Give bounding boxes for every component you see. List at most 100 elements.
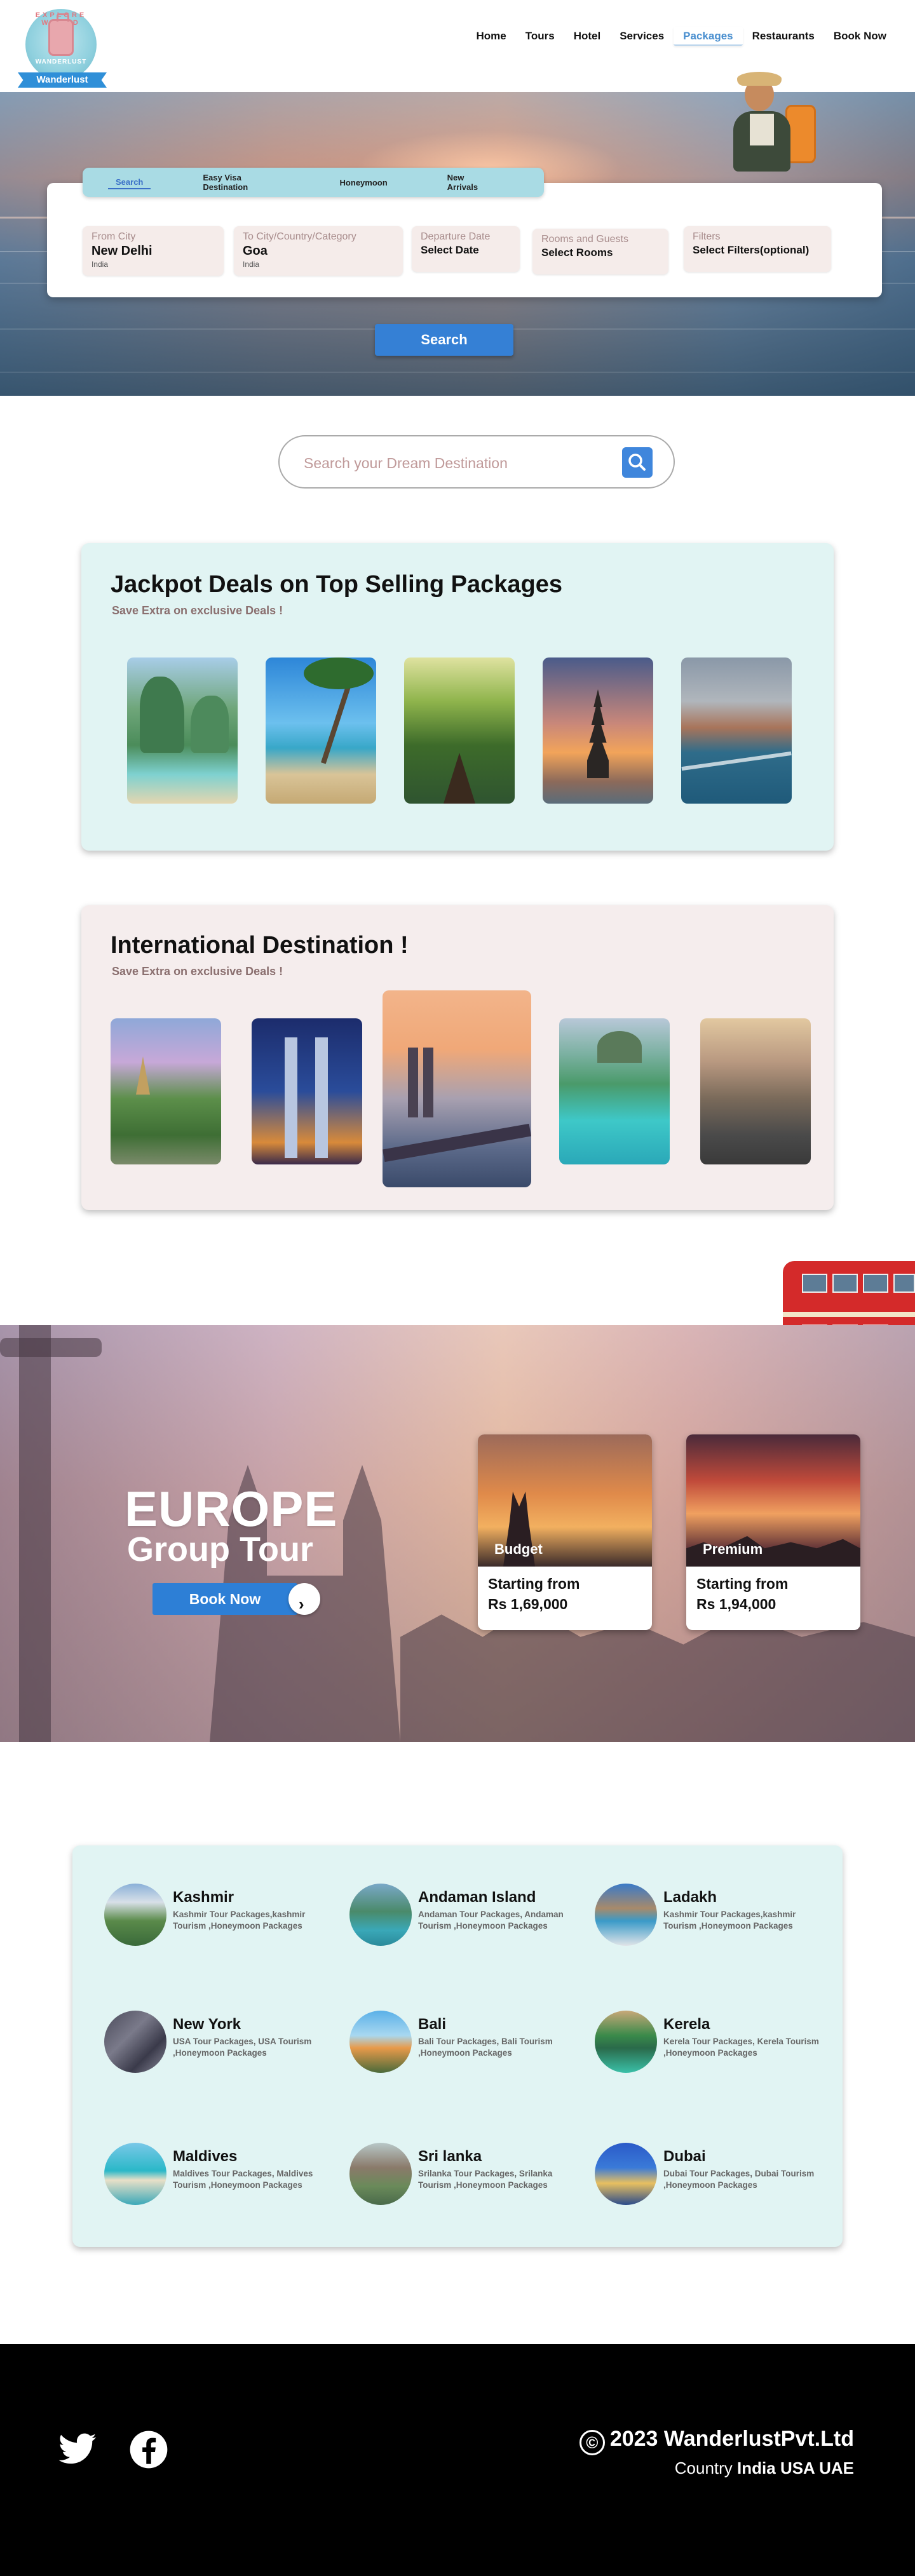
tab-easy-visa[interactable]: Easy Visa Destination <box>195 172 287 193</box>
tower-shape <box>285 1037 297 1158</box>
place-description: Andaman Tour Packages, Andaman Tourism ,… <box>418 1910 564 1931</box>
intl-card-mountain-pagoda[interactable] <box>111 1018 221 1164</box>
next-button[interactable]: › <box>288 1583 320 1615</box>
europe-subtitle: Group Tour <box>127 1530 313 1568</box>
section-title: Jackpot Deals on Top Selling Packages <box>111 571 562 598</box>
place-item-ladakh[interactable]: Ladakh Kashmir Tour Packages,kashmir Tou… <box>595 1884 836 1953</box>
chevron-right-icon: › <box>299 1595 304 1614</box>
facebook-icon <box>130 2431 168 2469</box>
tab-new-arrivals[interactable]: New Arrivals <box>440 172 499 193</box>
country-values: India USA UAE <box>737 2458 854 2478</box>
field-sub: India <box>92 260 109 269</box>
place-thumbnail <box>349 2011 412 2073</box>
tower-shape <box>315 1037 328 1158</box>
field-sub: India <box>243 260 260 269</box>
deal-card-river-boat[interactable] <box>404 657 515 804</box>
tour-card-premium[interactable]: Premium Starting from Rs 1,94,000 <box>686 1434 860 1630</box>
tour-price: Rs 1,69,000 <box>488 1596 568 1612</box>
place-name: New York <box>173 2016 241 2033</box>
twitter-link[interactable] <box>57 2429 98 2470</box>
bridge-shape <box>383 1123 531 1163</box>
intl-card-petronas-towers[interactable] <box>252 1018 362 1164</box>
nav-packages[interactable]: Packages <box>674 27 743 46</box>
search-button[interactable] <box>622 447 653 478</box>
lamp-head <box>0 1338 102 1357</box>
copyright-icon: © <box>579 2430 605 2455</box>
rooms-guests-field[interactable]: Rooms and Guests Select Rooms <box>532 229 668 274</box>
destination-search-bar <box>278 435 675 489</box>
place-item-maldives[interactable]: Maldives Maldives Tour Packages, Maldive… <box>104 2143 346 2213</box>
search-icon <box>628 454 646 471</box>
section-subtitle: Save Extra on exclusive Deals ! <box>112 604 283 617</box>
field-value: Select Date <box>421 244 479 256</box>
place-item-new-york[interactable]: New York USA Tour Packages, USA Tourism … <box>104 2011 346 2080</box>
to-city-field[interactable]: To City/Country/Category Goa India <box>234 226 403 276</box>
field-value: Select Filters(optional) <box>693 244 810 256</box>
deal-card-coastal-cliffs[interactable] <box>681 657 792 804</box>
intl-card-river-city[interactable] <box>700 1018 811 1164</box>
nav-home[interactable]: Home <box>467 27 516 46</box>
place-item-bali[interactable]: Bali Bali Tour Packages, Bali Tourism ,H… <box>349 2011 591 2080</box>
field-label: Rooms and Guests <box>541 234 628 245</box>
intl-card-tropical-island[interactable] <box>559 1018 670 1164</box>
nav-services[interactable]: Services <box>610 27 674 46</box>
deal-card-cliff-lagoon[interactable] <box>127 657 238 804</box>
country-list: Country India USA UAE <box>675 2458 854 2478</box>
place-item-kashmir[interactable]: Kashmir Kashmir Tour Packages,kashmir To… <box>104 1884 346 1953</box>
from-city-field[interactable]: From City New Delhi India <box>83 226 224 276</box>
place-item-dubai[interactable]: Dubai Dubai Tour Packages, Dubai Tourism… <box>595 2143 836 2213</box>
place-description: USA Tour Packages, USA Tourism ,Honeymoo… <box>173 2037 312 2058</box>
tour-price: Rs 1,94,000 <box>696 1596 776 1612</box>
hero-wave <box>0 372 915 373</box>
deal-card-palm-beach[interactable] <box>266 657 376 804</box>
nav-hotel[interactable]: Hotel <box>564 27 611 46</box>
place-item-sri-lanka[interactable]: Sri lanka Srilanka Tour Packages, Srilan… <box>349 2143 591 2213</box>
nav-tours[interactable]: Tours <box>516 27 564 46</box>
place-item-andaman-island[interactable]: Andaman Island Andaman Tour Packages, An… <box>349 1884 591 1953</box>
cathedral-spire <box>408 1048 418 1117</box>
starting-from-label: Starting from <box>696 1575 789 1592</box>
place-name: Andaman Island <box>418 1889 536 1906</box>
hat-icon <box>737 72 782 86</box>
place-name: Dubai <box>663 2148 706 2165</box>
place-description: Bali Tour Packages, Bali Tourism ,Honeym… <box>418 2037 553 2058</box>
place-description: Kerela Tour Packages, Kerela Tourism ,Ho… <box>663 2037 819 2058</box>
bus-window <box>832 1274 858 1293</box>
tab-search[interactable]: Search <box>108 176 151 189</box>
destination-search-input[interactable] <box>304 449 609 477</box>
tour-tier-label: Premium <box>703 1541 763 1557</box>
traveler-illustration <box>726 67 827 183</box>
departure-date-field[interactable]: Departure Date Select Date <box>412 226 520 272</box>
cathedral-spire <box>423 1048 433 1117</box>
book-now-button[interactable]: Book Now <box>152 1583 297 1615</box>
place-name: Maldives <box>173 2148 238 2165</box>
intl-card-cologne-bridge[interactable] <box>383 990 531 1187</box>
nav-book-now[interactable]: Book Now <box>824 27 896 46</box>
search-tabs: Search Easy Visa Destination Honeymoon N… <box>83 168 544 197</box>
hero-search-button[interactable]: Search <box>375 324 513 356</box>
copyright-text: © 2023 WanderlustPvt.Ltd <box>579 2427 854 2455</box>
place-item-kerela[interactable]: Kerela Kerela Tour Packages, Kerela Tour… <box>595 2011 836 2080</box>
logo-name: Wanderlust <box>18 72 107 88</box>
site-footer: © 2023 WanderlustPvt.Ltd Country India US… <box>0 2344 915 2576</box>
tab-honeymoon[interactable]: Honeymoon <box>332 177 395 189</box>
place-thumbnail <box>349 1884 412 1946</box>
section-subtitle: Save Extra on exclusive Deals ! <box>112 965 283 978</box>
place-thumbnail <box>595 2011 657 2073</box>
tour-card-budget[interactable]: Budget Starting from Rs 1,69,000 <box>478 1434 652 1630</box>
starting-from-label: Starting from <box>488 1575 580 1592</box>
filters-field[interactable]: Filters Select Filters(optional) <box>684 226 831 272</box>
place-description: Kashmir Tour Packages,kashmir Tourism ,H… <box>173 1910 306 1931</box>
field-value: New Delhi <box>92 244 152 258</box>
cliff-shape <box>140 677 184 753</box>
place-thumbnail <box>104 2143 166 2205</box>
place-description: Dubai Tour Packages, Dubai Tourism ,Hone… <box>663 2169 815 2190</box>
deal-card-bali-temple[interactable] <box>543 657 653 804</box>
place-thumbnail <box>595 1884 657 1946</box>
facebook-link[interactable] <box>128 2429 169 2470</box>
nav-restaurants[interactable]: Restaurants <box>743 27 824 46</box>
logo[interactable]: EXPLORE WORLD WANDERLUST Wanderlust <box>18 9 107 88</box>
pagoda-shape <box>136 1056 150 1095</box>
place-description: Srilanka Tour Packages, Srilanka Tourism… <box>418 2169 553 2190</box>
country-label: Country <box>674 2458 733 2478</box>
